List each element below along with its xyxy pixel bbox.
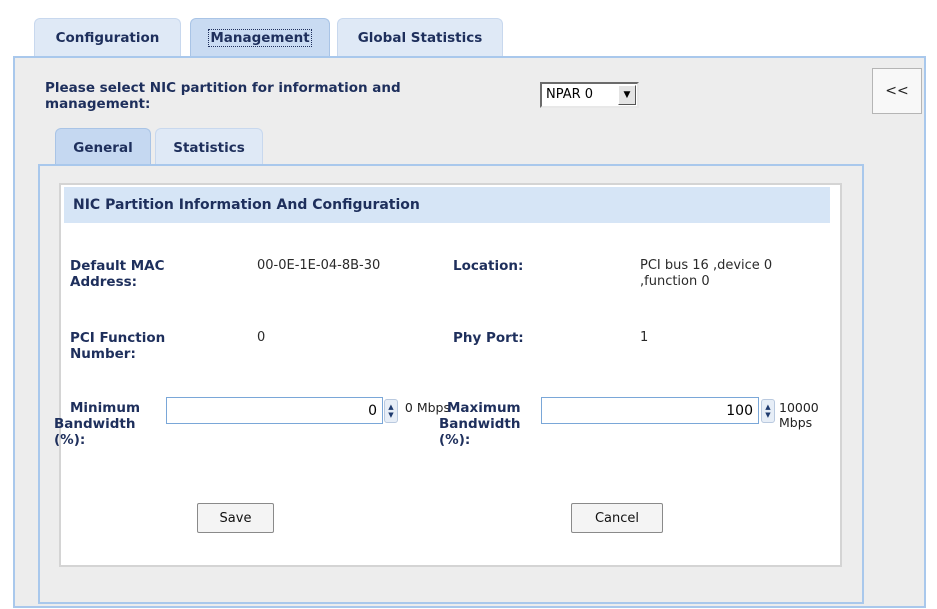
max-bandwidth-label: Maximum Bandwidth (%): [439, 400, 521, 448]
phy-port-value: 1 [640, 330, 649, 345]
pci-function-value: 0 [257, 330, 266, 345]
section-title: NIC Partition Information And Configurat… [73, 197, 420, 213]
min-bandwidth-input[interactable]: 0 [166, 397, 383, 424]
location-value: PCI bus 16 ,device 0 ,function 0 [640, 258, 773, 289]
partition-select-value: NPAR 0 [546, 87, 594, 102]
mac-label: Default MAC Address: [70, 258, 165, 290]
partition-select[interactable]: NPAR 0 ▼ [540, 82, 639, 108]
mac-value: 00-0E-1E-04-8B-30 [257, 258, 381, 273]
tab-global-statistics-label: Global Statistics [357, 30, 483, 46]
max-bandwidth-input[interactable]: 100 [541, 397, 759, 424]
tab-configuration[interactable]: Configuration [34, 18, 181, 57]
location-label: Location: [453, 258, 524, 274]
tab-general-label: General [73, 140, 133, 156]
tab-global-statistics[interactable]: Global Statistics [337, 18, 503, 57]
min-bandwidth-spinner-icon[interactable]: ▲ ▼ [384, 399, 398, 423]
tab-statistics[interactable]: Statistics [155, 128, 263, 167]
tab-management[interactable]: Management [190, 18, 330, 57]
max-bandwidth-unit: 10000 Mbps [779, 400, 819, 430]
phy-port-label: Phy Port: [453, 330, 524, 346]
save-button[interactable]: Save [197, 503, 274, 533]
cancel-button[interactable]: Cancel [571, 503, 663, 533]
tab-management-label: Management [208, 29, 312, 47]
max-bandwidth-spinner-icon[interactable]: ▲ ▼ [761, 399, 775, 423]
pci-function-label: PCI Function Number: [70, 330, 166, 362]
section-header: NIC Partition Information And Configurat… [64, 187, 830, 223]
tab-statistics-label: Statistics [173, 140, 245, 156]
partition-select-prompt: Please select NIC partition for informat… [45, 80, 401, 112]
dropdown-arrow-icon[interactable]: ▼ [618, 85, 636, 105]
tab-general[interactable]: General [55, 128, 151, 167]
min-bandwidth-label: Minimum Bandwidth (%): [54, 400, 141, 448]
partition-info-card [59, 183, 842, 567]
collapse-button[interactable]: << [872, 68, 922, 114]
tab-configuration-label: Configuration [55, 30, 160, 46]
